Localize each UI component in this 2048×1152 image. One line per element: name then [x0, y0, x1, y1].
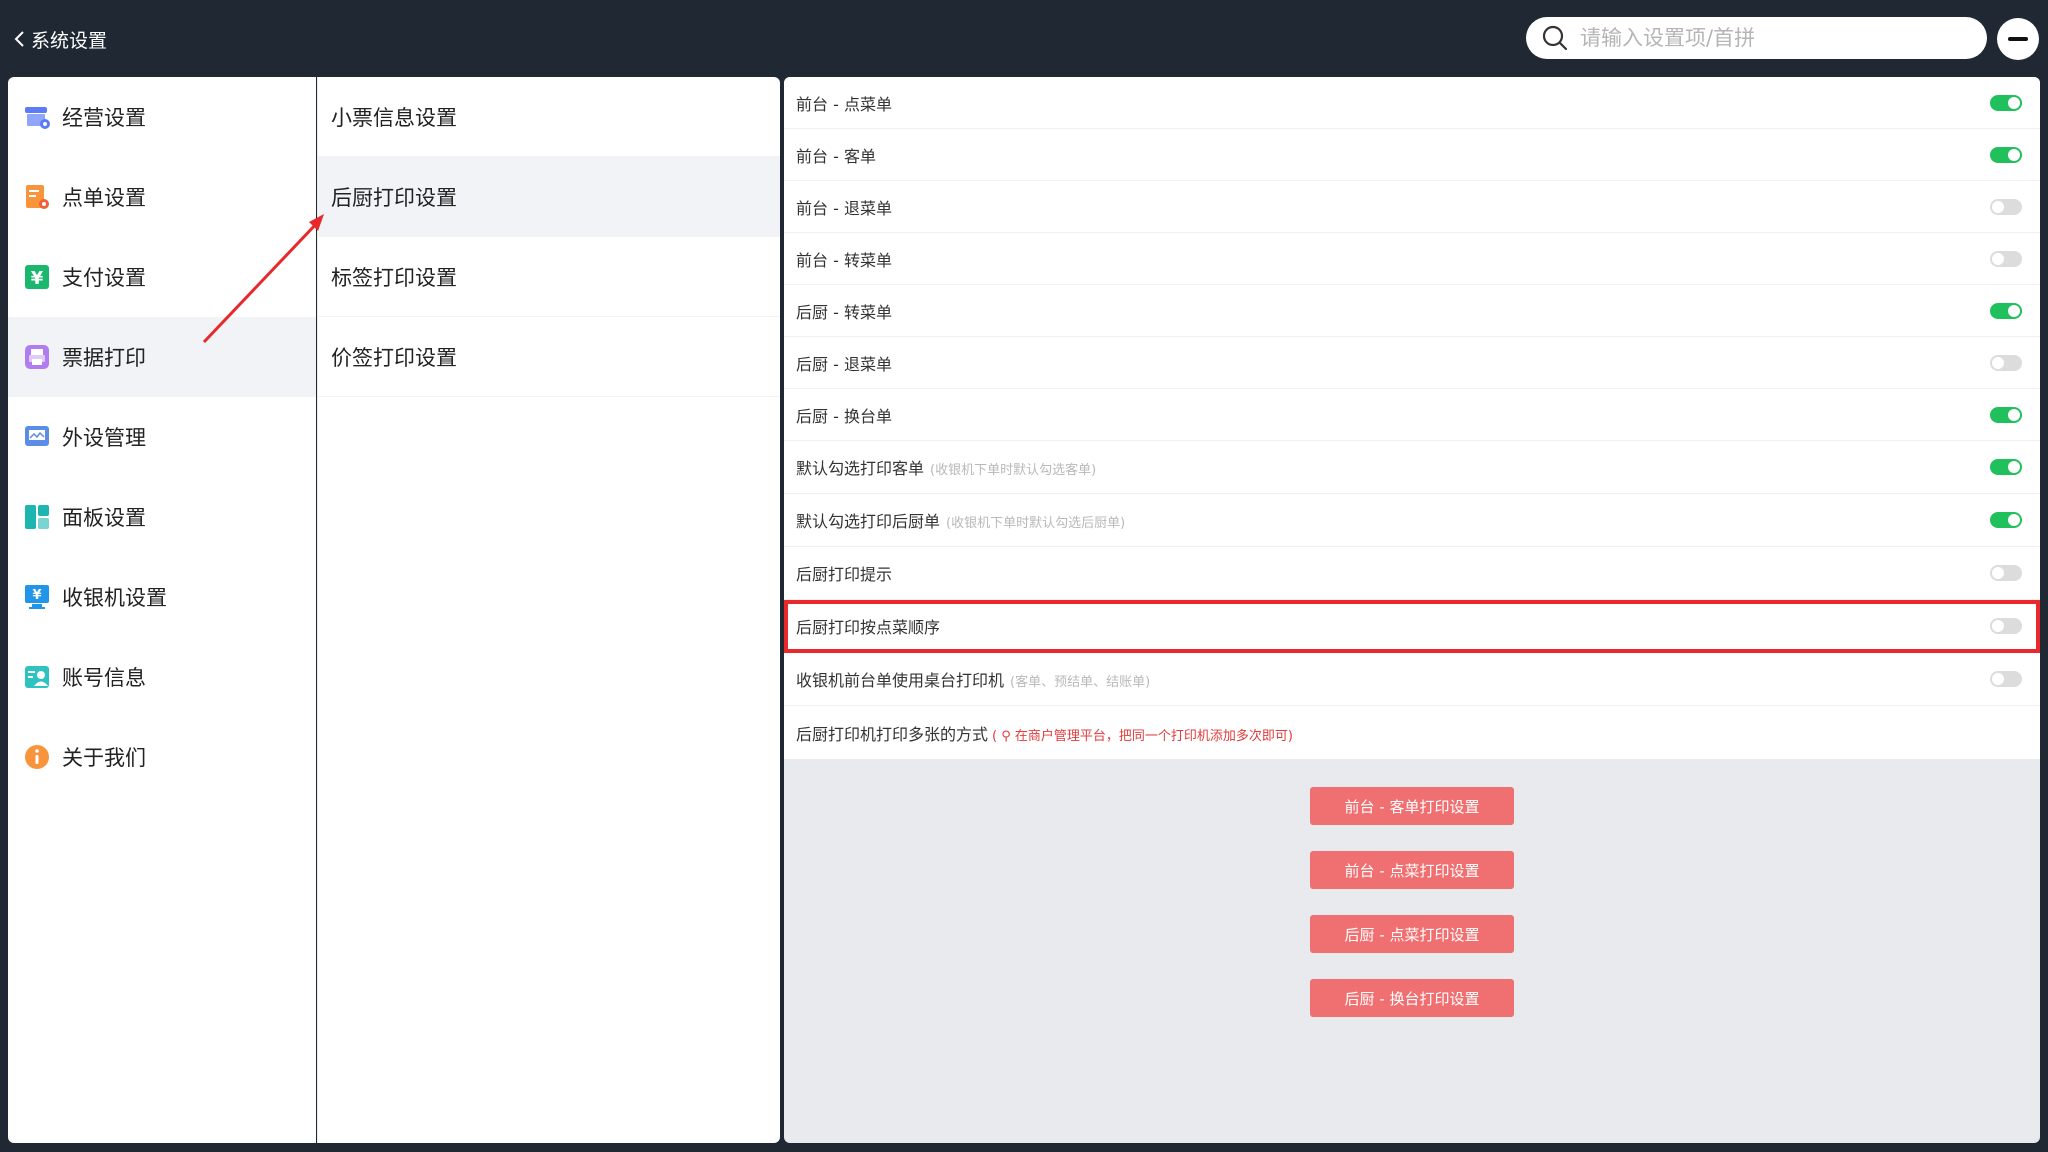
store-settings-icon	[22, 102, 52, 132]
setting-row: 收银机前台单使用桌台打印机 (客单、预结单、结账单)	[784, 653, 2040, 706]
toggle-switch[interactable]	[1990, 459, 2022, 475]
toggle-switch[interactable]	[1990, 512, 2022, 528]
top-bar: 系统设置	[0, 0, 2048, 77]
setting-note: (收银机下单时默认勾选客单)	[930, 463, 1097, 478]
panel-layout-icon	[22, 502, 52, 532]
setting-label: 前台 - 退菜单	[796, 198, 892, 218]
setting-row: 后厨 - 换台单	[784, 389, 2040, 441]
setting-warning-note: ( ⚲ 在商户管理平台，把同一个打印机添加多次即可)	[992, 728, 1293, 744]
setting-label: 前台 - 转菜单	[796, 250, 892, 270]
front-order-print-button[interactable]: 前台 - 点菜打印设置	[1310, 851, 1514, 889]
toggle-switch[interactable]	[1990, 250, 2022, 267]
sidebar-item-label: 经营设置	[62, 106, 146, 130]
toggle-switch[interactable]	[1990, 198, 2022, 215]
chevron-left-icon	[14, 31, 24, 47]
setting-label-text: 默认勾选打印客单	[796, 459, 925, 478]
setting-row: 前台 - 客单	[784, 129, 2040, 181]
setting-row: 前台 - 退菜单	[784, 181, 2040, 233]
setting-label: 前台 - 客单	[796, 146, 876, 166]
submenu-item-kitchen-print[interactable]: 后厨打印设置	[318, 157, 780, 237]
toggle-switch[interactable]	[1990, 354, 2022, 371]
sidebar-item-account[interactable]: 账号信息	[8, 637, 316, 717]
setting-row: 默认勾选打印客单 (收银机下单时默认勾选客单)	[784, 441, 2040, 494]
kitchen-order-print-button[interactable]: 后厨 - 点菜打印设置	[1310, 915, 1514, 953]
setting-label: 后厨 - 转菜单	[796, 302, 892, 322]
submenu: 小票信息设置 后厨打印设置 标签打印设置 价签打印设置	[317, 77, 780, 1143]
toggle-switch[interactable]	[1990, 671, 2022, 687]
front-guest-print-button[interactable]: 前台 - 客单打印设置	[1310, 787, 1514, 825]
setting-row: 前台 - 转菜单	[784, 233, 2040, 285]
printer-icon	[22, 342, 52, 372]
payment-yen-icon: ¥	[22, 262, 52, 292]
setting-row: 后厨 - 退菜单	[784, 337, 2040, 389]
setting-label-text: 后厨打印机打印多张的方式	[796, 724, 989, 744]
back-button[interactable]: 系统设置	[13, 24, 107, 54]
sidebar-item-label: 点单设置	[62, 186, 146, 210]
cash-register-icon: ¥	[22, 582, 52, 612]
setting-label: 前台 - 点菜单	[796, 94, 892, 114]
toggle-switch[interactable]	[1990, 618, 2022, 634]
sidebar-item-label: 关于我们	[62, 746, 146, 770]
print-settings-buttons: 前台 - 客单打印设置 前台 - 点菜打印设置 后厨 - 点菜打印设置 后厨 -…	[784, 759, 2040, 1043]
sidebar-item-label: 收银机设置	[62, 586, 167, 610]
setting-label: 默认勾选打印客单 (收银机下单时默认勾选客单)	[796, 455, 1096, 479]
sidebar-item-about[interactable]: 关于我们	[8, 717, 316, 797]
setting-label-text: 收银机前台单使用桌台打印机	[796, 671, 1005, 690]
setting-label: 后厨 - 退菜单	[796, 354, 892, 374]
sidebar-item-label: 外设管理	[62, 426, 146, 450]
toggle-switch[interactable]	[1990, 565, 2022, 581]
toggle-switch[interactable]	[1990, 94, 2022, 111]
setting-row: 默认勾选打印后厨单 (收银机下单时默认勾选后厨单)	[784, 494, 2040, 547]
info-icon	[22, 742, 52, 772]
collapse-button[interactable]	[1997, 18, 2039, 60]
setting-row: 后厨打印提示	[784, 547, 2040, 600]
submenu-item-price-tag-print[interactable]: 价签打印设置	[318, 317, 780, 397]
sidebar-item-receipt-print[interactable]: 票据打印	[8, 317, 316, 397]
sidebar-item-order[interactable]: 点单设置	[8, 157, 316, 237]
settings-panel: 前台 - 点菜单 前台 - 客单 前台 - 退菜单 前台 - 转菜单 后厨 - …	[784, 77, 2040, 1143]
sidebar: 经营设置 点单设置 ¥ 支付设置 票据打印 外设管理 面板设置 ¥ 收银机设置	[8, 77, 316, 1143]
setting-row: 后厨 - 转菜单	[784, 285, 2040, 337]
setting-row: 后厨打印机打印多张的方式( ⚲ 在商户管理平台，把同一个打印机添加多次即可)	[784, 706, 2040, 759]
sidebar-item-label: 账号信息	[62, 666, 146, 690]
sidebar-item-peripherals[interactable]: 外设管理	[8, 397, 316, 477]
svg-text:¥: ¥	[32, 588, 41, 603]
sidebar-item-label: 支付设置	[62, 266, 146, 290]
svg-text:¥: ¥	[31, 268, 44, 289]
setting-label: 后厨打印按点菜顺序	[796, 618, 941, 637]
search-icon	[1542, 25, 1568, 51]
setting-row-highlighted: 后厨打印按点菜顺序	[784, 600, 2040, 653]
setting-label: 后厨打印机打印多张的方式( ⚲ 在商户管理平台，把同一个打印机添加多次即可)	[796, 721, 1293, 745]
submenu-item-receipt-info[interactable]: 小票信息设置	[318, 77, 780, 157]
setting-row: 前台 - 点菜单	[784, 77, 2040, 129]
setting-label-text: 默认勾选打印后厨单	[796, 512, 941, 531]
sidebar-item-label: 面板设置	[62, 506, 146, 530]
sidebar-item-payment[interactable]: ¥ 支付设置	[8, 237, 316, 317]
sidebar-item-cash-register[interactable]: ¥ 收银机设置	[8, 557, 316, 637]
order-icon	[22, 182, 52, 212]
back-label: 系统设置	[31, 29, 108, 52]
setting-note: (收银机下单时默认勾选后厨单)	[946, 516, 1126, 531]
setting-label: 后厨 - 换台单	[796, 406, 892, 426]
kitchen-table-change-print-button[interactable]: 后厨 - 换台打印设置	[1310, 979, 1514, 1017]
sidebar-item-label: 票据打印	[62, 346, 146, 370]
sidebar-item-panel[interactable]: 面板设置	[8, 477, 316, 557]
setting-note: (客单、预结单、结账单)	[1010, 675, 1151, 690]
sidebar-item-business[interactable]: 经营设置	[8, 77, 316, 157]
search-input[interactable]	[1580, 26, 1960, 50]
search-box[interactable]	[1526, 17, 1987, 59]
setting-label: 后厨打印提示	[796, 565, 893, 584]
toggle-switch[interactable]	[1990, 146, 2022, 163]
toggle-switch[interactable]	[1990, 302, 2022, 319]
setting-label: 收银机前台单使用桌台打印机 (客单、预结单、结账单)	[796, 667, 1150, 691]
account-card-icon	[22, 662, 52, 692]
peripheral-monitor-icon	[22, 422, 52, 452]
toggle-switch[interactable]	[1990, 406, 2022, 423]
minus-icon	[2008, 37, 2028, 41]
submenu-item-label-print[interactable]: 标签打印设置	[318, 237, 780, 317]
setting-label: 默认勾选打印后厨单 (收银机下单时默认勾选后厨单)	[796, 508, 1125, 532]
settings-list: 前台 - 点菜单 前台 - 客单 前台 - 退菜单 前台 - 转菜单 后厨 - …	[784, 77, 2040, 759]
